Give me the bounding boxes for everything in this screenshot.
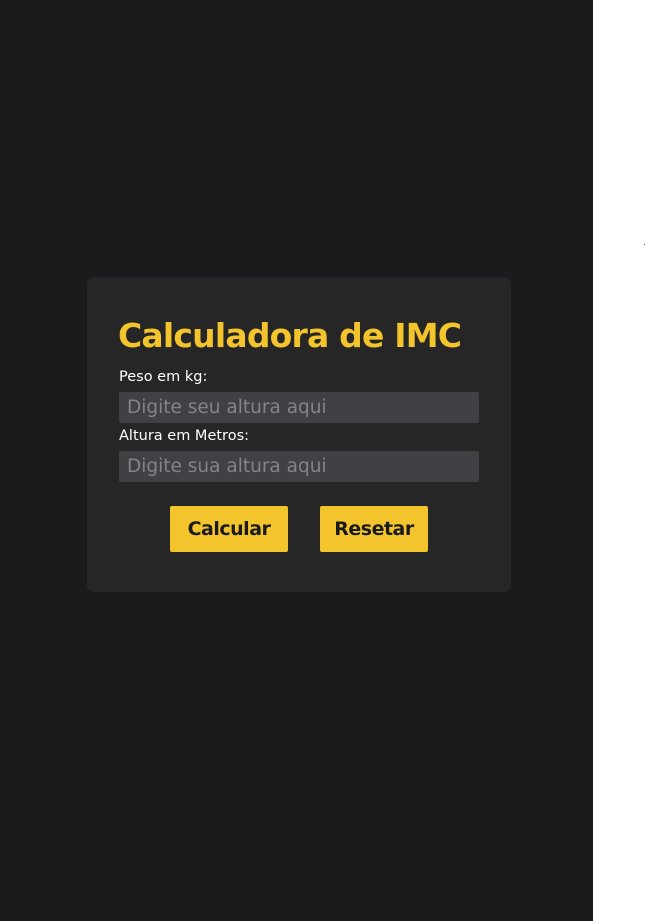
resetar-button[interactable]: Resetar (320, 506, 428, 552)
page-title: Calculadora de IMC (118, 316, 462, 355)
calcular-button[interactable]: Calcular (170, 506, 288, 552)
peso-label: Peso em kg: (119, 369, 208, 385)
imc-calculator-card: Calculadora de IMC Peso em kg: Altura em… (87, 277, 511, 592)
peso-input[interactable] (119, 392, 479, 423)
altura-input[interactable] (119, 451, 479, 482)
altura-label: Altura em Metros: (119, 428, 250, 444)
app-background: Calculadora de IMC Peso em kg: Altura em… (0, 0, 593, 921)
stray-pixel-dot (644, 244, 645, 245)
